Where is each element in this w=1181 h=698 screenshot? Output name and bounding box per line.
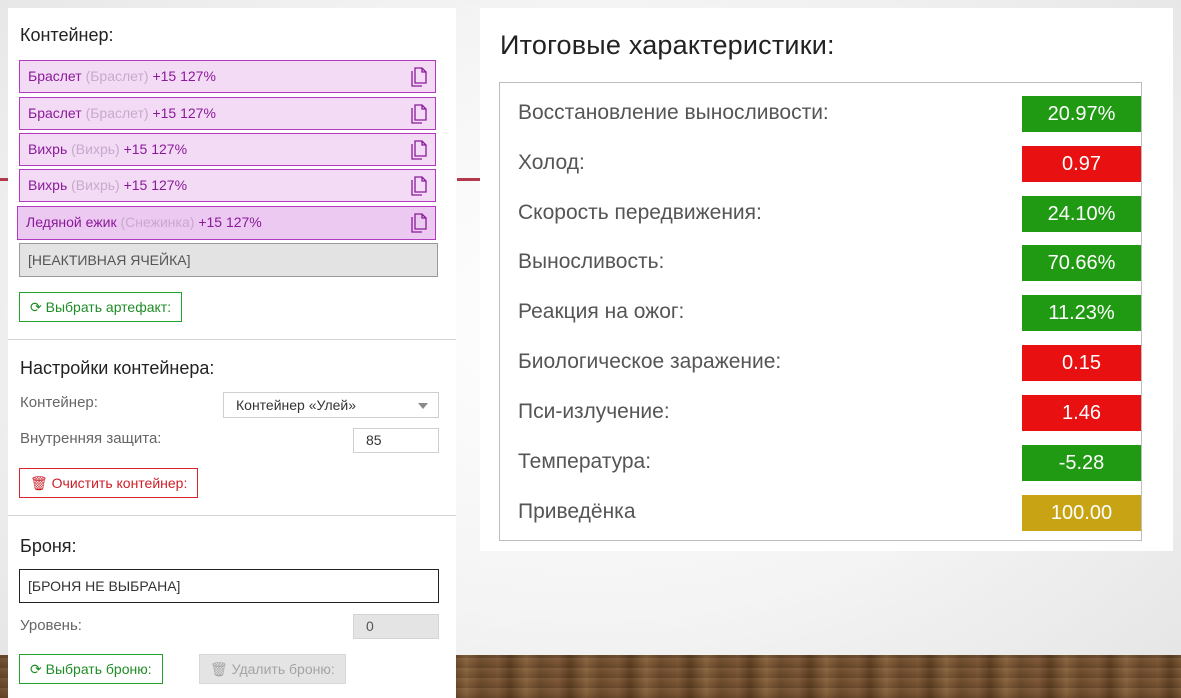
- select-armor-button[interactable]: ⟳ Выбрать броню:: [19, 654, 163, 684]
- clear-container-label: Очистить контейнер:: [51, 475, 188, 491]
- stat-value-badge: 20.97%: [1022, 96, 1141, 132]
- trash-icon: 🗑: [30, 475, 48, 491]
- slot-artifact-bonus: +15 127%: [123, 141, 188, 157]
- stat-value-badge: 11.23%: [1022, 295, 1141, 331]
- summary-panel: Итоговые характеристики: Восстановление …: [480, 8, 1173, 551]
- container-select[interactable]: Контейнер «Улей»: [223, 392, 439, 418]
- slot-artifact-name: Ледяной ежик: [26, 214, 117, 230]
- refresh-icon: ⟳: [30, 299, 42, 315]
- copy-icon[interactable]: [409, 66, 427, 88]
- stat-label: Выносливость:: [518, 250, 665, 273]
- stat-label: Биологическое заражение:: [518, 350, 782, 373]
- container-label: Контейнер:: [20, 394, 98, 411]
- container-title: Контейнер:: [20, 25, 114, 45]
- stat-row: Скорость передвижения: 24.10%: [500, 196, 1141, 232]
- slot-artifact-bonus: +15 127%: [198, 214, 262, 230]
- stats-table: Восстановление выносливости: 20.97% Холо…: [499, 82, 1142, 541]
- stat-value-badge: 70.66%: [1022, 245, 1141, 281]
- slot-artifact-bonus: +15 127%: [123, 177, 188, 193]
- stat-label: Реакция на ожог:: [518, 300, 685, 323]
- stat-label: Пси-излучение:: [518, 400, 670, 423]
- refresh-icon: ⟳: [30, 661, 42, 677]
- artifact-slot[interactable]: Ледяной ежик (Снежинка) +15 127%: [17, 206, 436, 240]
- artifact-slot[interactable]: Вихрь (Вихрь) +15 127%: [19, 133, 436, 166]
- slot-artifact-name: Браслет: [28, 105, 82, 121]
- copy-icon[interactable]: [409, 212, 427, 234]
- select-artifact-button[interactable]: ⟳ Выбрать артефакт:: [19, 292, 183, 322]
- stat-value-badge: 0.15: [1022, 345, 1141, 381]
- stat-label: Температура:: [518, 450, 652, 473]
- divider: [8, 339, 456, 340]
- copy-icon[interactable]: [409, 175, 427, 197]
- slot-artifact-name: Вихрь: [28, 177, 68, 193]
- stat-row: Выносливость: 70.66%: [500, 245, 1141, 281]
- trash-icon: 🗑: [210, 661, 228, 677]
- chevron-down-icon: [418, 403, 428, 409]
- slot-artifact-type: (Браслет): [85, 105, 149, 121]
- container-settings-title: Настройки контейнера:: [20, 358, 215, 378]
- artifact-slot[interactable]: Вихрь (Вихрь) +15 127%: [19, 169, 436, 202]
- stat-label: Холод:: [518, 151, 585, 174]
- stat-row: Приведёнка 100.00: [500, 495, 1141, 531]
- armor-field[interactable]: [БРОНЯ НЕ ВЫБРАНА]: [19, 569, 439, 603]
- container-select-value: Контейнер «Улей»: [236, 397, 357, 413]
- copy-icon[interactable]: [409, 139, 427, 161]
- container-panel: Контейнер: Браслет (Браслет) +15 127% Бр…: [8, 8, 456, 698]
- stat-value-badge: 100.00: [1022, 495, 1141, 531]
- stat-value-badge: 0.97: [1022, 146, 1141, 182]
- stat-label: Восстановление выносливости:: [518, 101, 829, 124]
- stat-row: Биологическое заражение: 0.15: [500, 345, 1141, 381]
- slot-artifact-bonus: +15 127%: [152, 68, 216, 84]
- stat-row: Пси-излучение: 1.46: [500, 395, 1141, 431]
- stat-label: Скорость передвижения:: [518, 201, 762, 224]
- slot-artifact-name: Браслет: [28, 68, 82, 84]
- copy-icon[interactable]: [409, 103, 427, 125]
- artifact-slot[interactable]: Браслет (Браслет) +15 127%: [19, 97, 436, 130]
- stat-row: Холод: 0.97: [500, 146, 1141, 182]
- stat-row: Реакция на ожог: 11.23%: [500, 295, 1141, 331]
- select-artifact-label: Выбрать артефакт:: [45, 299, 172, 315]
- inner-protection-label: Внутренняя защита:: [20, 430, 162, 447]
- armor-level-label: Уровень:: [20, 617, 82, 634]
- stat-value-badge: -5.28: [1022, 445, 1141, 481]
- armor-level-input: 0: [353, 614, 439, 639]
- stat-row: Температура: -5.28: [500, 445, 1141, 481]
- slot-artifact-bonus: +15 127%: [152, 105, 216, 121]
- stat-value-badge: 24.10%: [1022, 196, 1141, 232]
- inactive-slot: [НЕАКТИВНАЯ ЯЧЕЙКА]: [19, 243, 438, 277]
- inner-protection-input[interactable]: 85: [353, 428, 439, 453]
- slot-artifact-name: Вихрь: [28, 141, 68, 157]
- select-armor-label: Выбрать броню:: [45, 661, 152, 677]
- remove-armor-label: Удалить броню:: [231, 661, 335, 677]
- slot-artifact-type: (Браслет): [85, 68, 149, 84]
- clear-container-button[interactable]: 🗑 Очистить контейнер:: [19, 468, 199, 498]
- artifact-slot[interactable]: Браслет (Браслет) +15 127%: [19, 60, 436, 93]
- divider: [8, 515, 456, 516]
- decorative-line: [457, 178, 481, 181]
- stat-row: Восстановление выносливости: 20.97%: [500, 96, 1141, 132]
- armor-title: Броня:: [20, 536, 77, 556]
- remove-armor-button: 🗑 Удалить броню:: [199, 654, 346, 684]
- summary-title: Итоговые характеристики:: [500, 30, 835, 60]
- slot-artifact-type: (Снежинка): [120, 214, 195, 230]
- slot-artifact-type: (Вихрь): [71, 141, 120, 157]
- stat-label: Приведёнка: [518, 500, 636, 523]
- slot-artifact-type: (Вихрь): [71, 177, 120, 193]
- stat-value-badge: 1.46: [1022, 395, 1141, 431]
